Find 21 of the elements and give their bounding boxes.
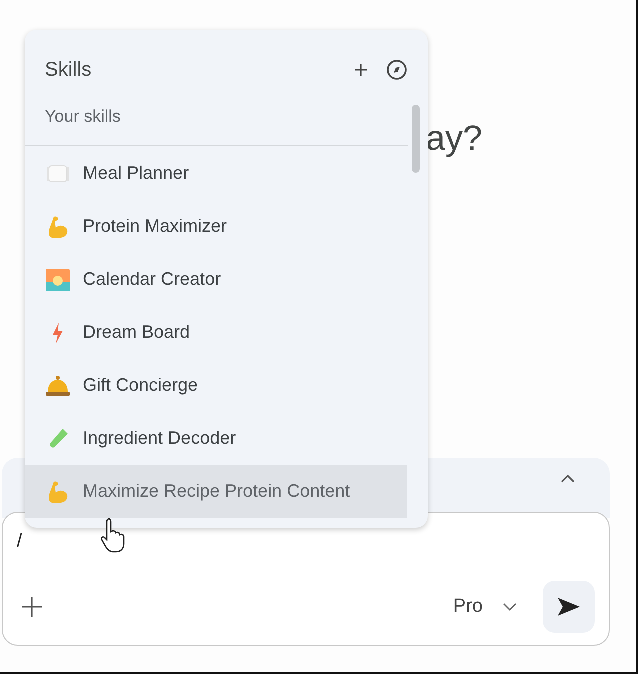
skill-item[interactable]: Calendar Creator	[25, 253, 407, 306]
chevron-down-icon	[503, 603, 517, 611]
scrollbar[interactable]	[412, 105, 420, 173]
menu-title: Skills	[45, 58, 92, 82]
skill-item[interactable]: Maximize Recipe Protein Content	[25, 465, 407, 518]
skill-item[interactable]: Protein Maximizer	[25, 200, 407, 253]
plus-icon[interactable]	[354, 63, 368, 77]
skill-item[interactable]: Ingredient Decoder	[25, 412, 407, 465]
skill-item[interactable]: Gift Concierge	[25, 359, 407, 412]
chevron-up-icon[interactable]	[560, 474, 576, 484]
plus-icon	[21, 596, 43, 618]
skill-item[interactable]: Meal Planner	[25, 147, 407, 200]
sunrise-icon	[45, 266, 71, 292]
greeting-heading: ay?	[426, 119, 482, 158]
model-dropdown[interactable]: Pro	[447, 592, 523, 622]
send-button[interactable]	[543, 581, 595, 633]
section-label: Your skills	[45, 106, 121, 128]
prompt-box[interactable]: / Pro	[2, 512, 610, 646]
compass-icon[interactable]	[386, 59, 408, 81]
skill-item[interactable]: Dream Board	[25, 306, 407, 359]
send-icon	[557, 597, 581, 617]
